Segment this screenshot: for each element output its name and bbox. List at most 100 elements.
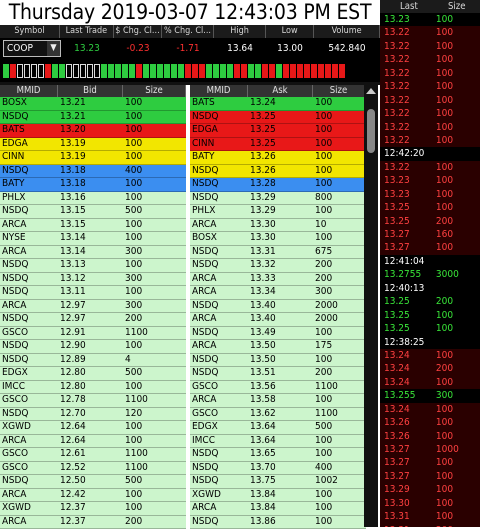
ask-row[interactable]: NSDQ13.28100 [190, 178, 366, 192]
bid-row[interactable]: EDGX12.80500 [0, 367, 186, 381]
bid-mmid: XGWD [0, 421, 58, 434]
bid-row[interactable]: ARCA13.14300 [0, 246, 186, 260]
bid-mmid: NYSE [0, 232, 58, 245]
ask-row[interactable]: NSDQ13.26100 [190, 165, 366, 179]
bid-row[interactable]: NYSE13.14100 [0, 232, 186, 246]
bid-row[interactable]: CINN13.19100 [0, 151, 186, 165]
ask-row[interactable]: NSDQ13.65100 [190, 448, 366, 462]
bid-row[interactable]: NSDQ13.12300 [0, 273, 186, 287]
ask-row[interactable]: ARCA13.84100 [190, 502, 366, 516]
ask-row[interactable]: BATS13.24100 [190, 97, 366, 111]
bid-row[interactable]: GSCO12.611100 [0, 448, 186, 462]
bid-row[interactable]: EDGA13.19100 [0, 138, 186, 152]
ask-row[interactable]: BATY13.26100 [190, 151, 366, 165]
ask-row[interactable]: NSDQ13.25100 [190, 111, 366, 125]
ask-row[interactable]: NSDQ13.31675 [190, 246, 366, 260]
bid-row[interactable]: ARCA12.42100 [0, 489, 186, 503]
ask-row[interactable]: ARCA13.33200 [190, 273, 366, 287]
ts-size: 100 [436, 40, 480, 53]
bid-row[interactable]: GSCO12.521100 [0, 462, 186, 476]
ts-size: 100 [436, 349, 480, 362]
bid-row[interactable]: NSDQ13.13100 [0, 259, 186, 273]
col-low[interactable]: Low [266, 25, 314, 38]
bid-row[interactable]: NSDQ12.97200 [0, 313, 186, 327]
col-last-trade[interactable]: Last Trade [60, 25, 114, 38]
bid-row[interactable]: IMCC12.80100 [0, 381, 186, 395]
bid-row[interactable]: XGWD12.64100 [0, 421, 186, 435]
bid-row[interactable]: BOSX13.21100 [0, 97, 186, 111]
bid-row[interactable]: NSDQ12.894 [0, 354, 186, 368]
symbol-select[interactable]: COOP ▼ [3, 40, 61, 57]
ask-row[interactable]: EDGX13.64500 [190, 421, 366, 435]
ask-row[interactable]: PHLX13.29100 [190, 205, 366, 219]
ask-row[interactable]: NSDQ13.29800 [190, 192, 366, 206]
ts-col-size[interactable]: Size [438, 0, 480, 13]
ask-row[interactable]: GSCO13.561100 [190, 381, 366, 395]
col-volume[interactable]: Volume [314, 25, 380, 38]
ask-row[interactable]: ARCA13.58100 [190, 394, 366, 408]
ask-row[interactable]: NSDQ13.50100 [190, 354, 366, 368]
ask-row[interactable]: ARCA13.3010 [190, 219, 366, 233]
ask-row[interactable]: NSDQ13.402000 [190, 300, 366, 314]
ts-size: 200 [436, 362, 480, 375]
ask-col-ask[interactable]: Ask [248, 85, 313, 97]
bid-row[interactable]: ARCA12.64100 [0, 435, 186, 449]
col-symbol[interactable]: Symbol [0, 25, 60, 38]
ask-row[interactable]: XGWD13.84100 [190, 489, 366, 503]
bid-row[interactable]: BATS13.20100 [0, 124, 186, 138]
bid-row[interactable]: NSDQ13.18400 [0, 165, 186, 179]
ask-book-scrollbar[interactable] [364, 85, 378, 527]
ask-row[interactable]: CINN13.25100 [190, 138, 366, 152]
col-pct-chg[interactable]: % Chg. Cl... [162, 25, 214, 38]
ask-col-mmid[interactable]: MMID [190, 85, 248, 97]
bid-price: 13.21 [58, 111, 123, 124]
bid-row[interactable]: NSDQ13.11100 [0, 286, 186, 300]
bid-col-size[interactable]: Size [123, 85, 186, 97]
ask-row[interactable]: BOSX13.30100 [190, 232, 366, 246]
bid-row[interactable]: NSDQ13.15500 [0, 205, 186, 219]
bid-col-mmid[interactable]: MMID [0, 85, 58, 97]
bid-col-bid[interactable]: Bid [58, 85, 123, 97]
ask-row[interactable]: NSDQ13.32200 [190, 259, 366, 273]
ts-col-last[interactable]: Last [380, 0, 438, 13]
time-sales-row: 13.255300 [380, 389, 480, 402]
time-sales-row: 13.25200 [380, 215, 480, 228]
bid-row[interactable]: GSCO12.911100 [0, 327, 186, 341]
ask-mmid: CINN [190, 138, 248, 151]
col-high[interactable]: High [214, 25, 266, 38]
ask-row[interactable]: EDGA13.25100 [190, 124, 366, 138]
ask-col-size[interactable]: Size [313, 85, 365, 97]
chevron-down-icon[interactable]: ▼ [47, 41, 60, 56]
ask-row[interactable]: ARCA13.34300 [190, 286, 366, 300]
bid-row[interactable]: ARCA13.15100 [0, 219, 186, 233]
ask-row[interactable]: ARCA13.402000 [190, 313, 366, 327]
tick-mark [290, 64, 296, 78]
ask-row[interactable]: GSCO13.621100 [190, 408, 366, 422]
ask-row[interactable]: NSDQ13.51200 [190, 367, 366, 381]
tick-mark [66, 64, 72, 78]
bid-row[interactable]: NSDQ12.90100 [0, 340, 186, 354]
ask-mmid: ARCA [190, 313, 248, 326]
ask-row[interactable]: NSDQ13.49100 [190, 327, 366, 341]
bid-row[interactable]: NSDQ12.50500 [0, 475, 186, 489]
scroll-up-icon[interactable] [366, 88, 376, 94]
ask-row[interactable]: NSDQ13.70400 [190, 462, 366, 476]
bid-row[interactable]: PHLX13.16100 [0, 192, 186, 206]
bid-row[interactable]: NSDQ12.70120 [0, 408, 186, 422]
bid-mmid: BATS [0, 124, 58, 137]
ask-mmid: EDGA [190, 124, 248, 137]
bid-row[interactable]: NSDQ13.21100 [0, 111, 186, 125]
ts-price: 13.2755 [380, 268, 436, 281]
bid-row[interactable]: ARCA12.97300 [0, 300, 186, 314]
col-chg[interactable]: $ Chg. Cl... [114, 25, 162, 38]
bid-row[interactable]: XGWD12.37100 [0, 502, 186, 516]
bid-row[interactable]: GSCO12.781100 [0, 394, 186, 408]
tick-mark [269, 64, 275, 78]
ask-row[interactable]: IMCC13.64100 [190, 435, 366, 449]
ask-row[interactable]: ARCA13.50175 [190, 340, 366, 354]
scroll-thumb[interactable] [367, 109, 375, 153]
bid-row[interactable]: BATY13.18100 [0, 178, 186, 192]
clock-title: Thursday 2019-03-07 12:43:03 PM EST [0, 0, 380, 25]
ts-size [436, 255, 480, 268]
ask-row[interactable]: NSDQ13.751002 [190, 475, 366, 489]
